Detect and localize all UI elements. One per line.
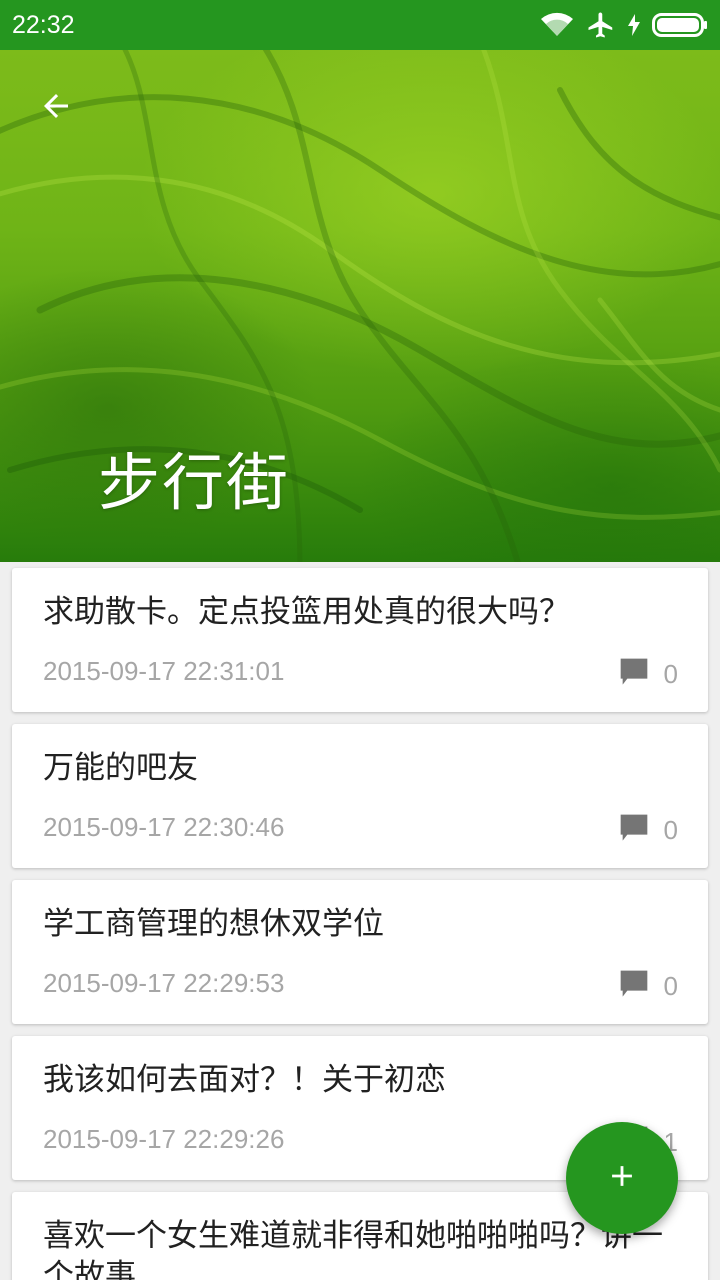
back-button[interactable] (30, 82, 82, 134)
wifi-icon (540, 12, 574, 38)
post-comments: 0 (618, 812, 678, 848)
post-card[interactable]: 万能的吧友 2015-09-17 22:30:46 0 (12, 724, 708, 868)
new-post-button[interactable] (566, 1122, 678, 1234)
post-title: 喜欢一个女生难道就非得和她啪啪啪吗？讲一个故事 (43, 1218, 663, 1280)
page-title: 步行街 (98, 446, 291, 519)
plus-icon (605, 1159, 639, 1197)
post-time: 2015-09-17 22:31:01 (43, 656, 285, 686)
status-bar: 22:32 (0, 0, 720, 50)
status-icons (540, 10, 708, 40)
charging-icon (628, 14, 640, 36)
post-title: 万能的吧友 (43, 750, 198, 786)
post-comments: 0 (618, 656, 678, 692)
post-time: 2015-09-17 22:30:46 (43, 812, 285, 842)
battery-icon (652, 13, 708, 37)
post-card[interactable]: 求助散卡。定点投篮用处真的很大吗？ 2015-09-17 22:31:01 0 (12, 568, 708, 712)
post-time: 2015-09-17 22:29:53 (43, 968, 285, 998)
comment-icon (618, 656, 650, 692)
comment-icon (618, 968, 650, 1004)
comment-count: 0 (663, 658, 678, 689)
post-comments: 0 (618, 968, 678, 1004)
post-title: 我该如何去面对？！关于初恋 (43, 1062, 446, 1098)
status-time: 22:32 (12, 10, 75, 39)
back-arrow-icon (38, 88, 74, 128)
airplane-icon (586, 10, 616, 40)
post-card[interactable]: 学工商管理的想休双学位 2015-09-17 22:29:53 0 (12, 880, 708, 1024)
header-banner: 步行街 (0, 50, 720, 562)
post-time: 2015-09-17 22:29:26 (43, 1124, 285, 1154)
comment-count: 0 (663, 814, 678, 845)
comment-count: 0 (663, 970, 678, 1001)
post-title: 学工商管理的想休双学位 (43, 906, 384, 942)
comment-icon (618, 812, 650, 848)
post-title: 求助散卡。定点投篮用处真的很大吗？ (43, 594, 570, 630)
